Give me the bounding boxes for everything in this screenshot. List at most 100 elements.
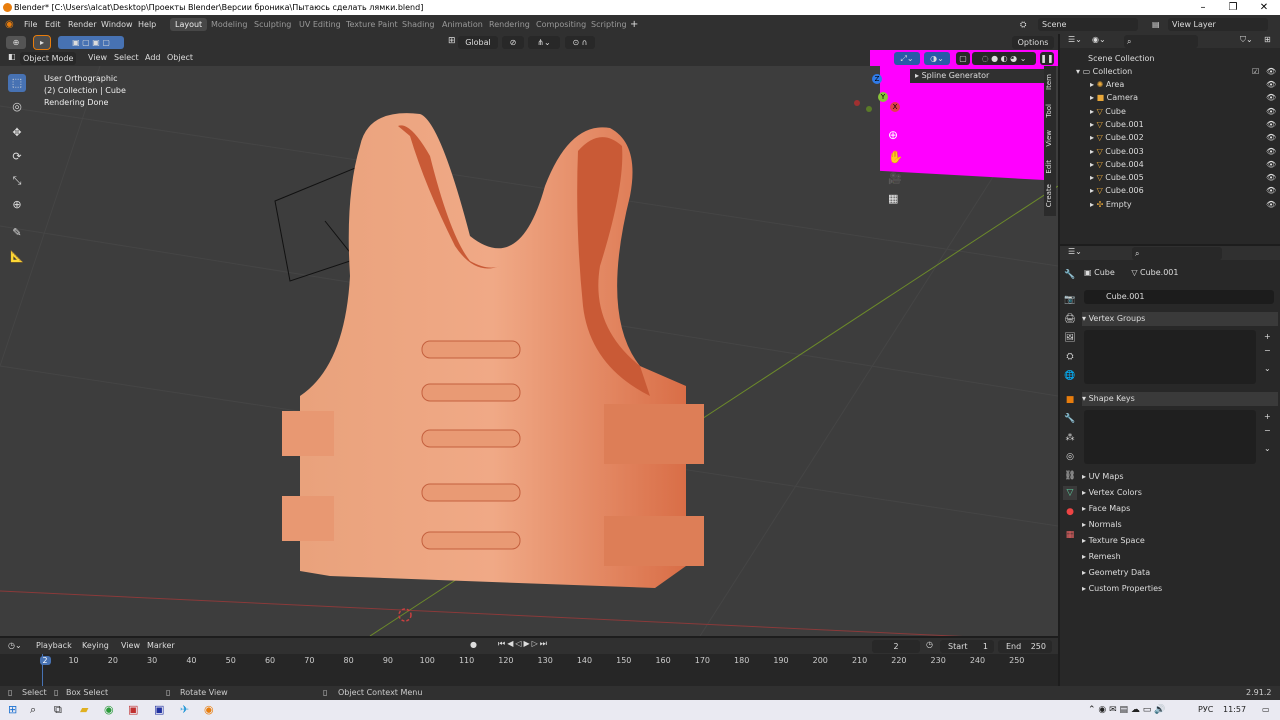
menu-add[interactable]: Add: [145, 53, 161, 62]
explorer-icon[interactable]: ▰: [80, 700, 88, 720]
add-vertex-group-button[interactable]: +: [1264, 332, 1271, 341]
axis-neg-y[interactable]: [866, 106, 872, 112]
section-uv-maps[interactable]: ▸ UV Maps: [1082, 470, 1278, 484]
options-dropdown[interactable]: Options: [1012, 36, 1054, 49]
outliner-row-empty[interactable]: ▸ ✣ Empty 👁: [1060, 198, 1280, 211]
gizmo-toggle-icon[interactable]: ⤢⌄: [894, 52, 920, 65]
view-layer-selector[interactable]: View Layer: [1168, 18, 1268, 31]
pan-hand-icon[interactable]: ✋: [888, 150, 903, 164]
visibility-icon[interactable]: 👁: [1266, 198, 1276, 211]
menu-window[interactable]: Window: [101, 15, 133, 34]
tab-rendering[interactable]: Rendering: [484, 18, 535, 31]
editor-type-icon[interactable]: ☰⌄: [1068, 247, 1082, 256]
tab-texture-paint[interactable]: Texture Paint: [341, 18, 403, 31]
scene-collection-row[interactable]: Scene Collection: [1060, 52, 1280, 65]
ortho-toggle-icon[interactable]: ▦: [888, 192, 898, 205]
restore-button[interactable]: ❐: [1219, 0, 1247, 15]
minimize-button[interactable]: –: [1189, 0, 1217, 15]
axis-x[interactable]: X: [890, 102, 900, 112]
tab-layout[interactable]: Layout: [170, 18, 208, 31]
menu-select[interactable]: Select: [114, 53, 139, 62]
add-workspace-button[interactable]: +: [630, 15, 638, 34]
visibility-icon[interactable]: 👁: [1266, 118, 1276, 131]
outliner-row-cube-006[interactable]: ▸ ▽ Cube.006 👁: [1060, 184, 1280, 197]
particles-tab-icon[interactable]: ⁂: [1063, 431, 1077, 445]
outliner-search-input[interactable]: ⌕: [1124, 35, 1198, 48]
editor-type-icon[interactable]: ☰⌄: [1068, 35, 1082, 44]
material-tab-icon[interactable]: ●: [1063, 505, 1077, 519]
outliner-row-cube-001[interactable]: ▸ ▽ Cube.001 👁: [1060, 118, 1280, 131]
tab-compositing[interactable]: Compositing: [531, 18, 591, 31]
search-icon[interactable]: ⌕: [30, 700, 36, 720]
shape-keys-header[interactable]: ▾ Shape Keys: [1082, 392, 1278, 406]
language-indicator[interactable]: РУС: [1198, 700, 1213, 720]
menu-file[interactable]: File: [24, 15, 37, 34]
visibility-icon[interactable]: 👁: [1266, 171, 1276, 184]
menu-timeline-view[interactable]: View: [121, 641, 140, 650]
scene-selector[interactable]: Scene: [1038, 18, 1138, 31]
tab-tool[interactable]: Tool: [1045, 104, 1053, 118]
notifications-icon[interactable]: ▭: [1262, 700, 1270, 720]
new-collection-icon[interactable]: ⊞: [1264, 35, 1271, 44]
checkbox-icon[interactable]: ☑: [1252, 65, 1259, 78]
visibility-icon[interactable]: 👁: [1266, 105, 1276, 118]
tray-icons[interactable]: ⌃ ◉ ✉ ▤ ☁ ▭ 🔊: [1088, 700, 1165, 720]
vertex-groups-list[interactable]: [1084, 330, 1256, 384]
visibility-icon[interactable]: 👁: [1266, 65, 1276, 78]
visibility-icon[interactable]: 👁: [1266, 145, 1276, 158]
office-icon[interactable]: ▣: [128, 700, 138, 720]
snap-icon[interactable]: ⋔⌄: [528, 36, 560, 49]
section-remesh[interactable]: ▸ Remesh: [1082, 550, 1278, 564]
menu-view[interactable]: View: [88, 53, 107, 62]
editor-type-icon[interactable]: ◷⌄: [8, 641, 22, 650]
visibility-icon[interactable]: 👁: [1266, 131, 1276, 144]
navigation-gizmo[interactable]: Z Y X: [852, 74, 902, 124]
vertex-groups-header[interactable]: ▾ Vertex Groups: [1082, 312, 1278, 326]
chrome-icon[interactable]: ◉: [104, 700, 114, 720]
end-frame-field[interactable]: End 250: [998, 640, 1052, 653]
outliner-row-cube[interactable]: ▸ ▽ Cube 👁: [1060, 105, 1280, 118]
section-custom-properties[interactable]: ▸ Custom Properties: [1082, 582, 1278, 596]
start-frame-field[interactable]: Start 1: [940, 640, 994, 653]
scale-tool-icon[interactable]: ⤡: [8, 172, 26, 190]
blender-menu-icon[interactable]: ◉: [5, 15, 14, 34]
output-tab-icon[interactable]: 🖨: [1063, 312, 1077, 326]
filter-icon[interactable]: ⛉⌄: [1240, 35, 1253, 45]
current-frame-field[interactable]: 2: [872, 640, 920, 653]
clock[interactable]: 11:57: [1223, 700, 1246, 720]
texture-tab-icon[interactable]: ▦: [1063, 528, 1077, 542]
shape-keys-list[interactable]: [1084, 410, 1256, 464]
move-tool-icon[interactable]: ✥: [8, 124, 26, 142]
section-texture-space[interactable]: ▸ Texture Space: [1082, 534, 1278, 548]
3d-viewport[interactable]: User Orthographic (2) Collection | Cube …: [0, 66, 1058, 636]
tab-modeling[interactable]: Modeling: [206, 18, 252, 31]
task-view-icon[interactable]: ⧉: [54, 700, 62, 720]
pause-render-icon[interactable]: ❚❚: [1040, 52, 1054, 65]
proportional-edit-icon[interactable]: ⊙ ∩: [565, 36, 595, 49]
visibility-icon[interactable]: 👁: [1266, 91, 1276, 104]
add-shape-key-button[interactable]: +: [1264, 412, 1271, 421]
tool-tab-icon[interactable]: 🔧: [1063, 268, 1077, 282]
menu-help[interactable]: Help: [138, 15, 156, 34]
playhead-line[interactable]: [42, 654, 43, 686]
playback-controls[interactable]: ⏮◀◁▶▷⏭: [498, 639, 549, 649]
physics-tab-icon[interactable]: ◎: [1063, 450, 1077, 464]
remove-shape-key-button[interactable]: −: [1264, 426, 1271, 435]
section-geometry-data[interactable]: ▸ Geometry Data: [1082, 566, 1278, 580]
constraints-tab-icon[interactable]: ⛓: [1063, 469, 1077, 483]
cursor-tool-icon[interactable]: ◎: [8, 98, 26, 116]
object-tab-icon[interactable]: ■: [1063, 393, 1077, 407]
rotate-tool-icon[interactable]: ⟳: [8, 148, 26, 166]
axis-z[interactable]: Z: [872, 74, 882, 84]
menu-marker[interactable]: Marker: [147, 641, 175, 650]
windows-start-icon[interactable]: ⊞: [8, 700, 17, 720]
world-tab-icon[interactable]: 🌐: [1063, 369, 1077, 383]
axis-y[interactable]: Y: [878, 92, 888, 102]
transform-tool-icon[interactable]: ⊕: [8, 196, 26, 214]
menu-render[interactable]: Render: [68, 15, 96, 34]
tab-create[interactable]: Create: [1045, 184, 1053, 207]
close-button[interactable]: ✕: [1250, 0, 1278, 15]
editor-type-icon[interactable]: ⊕: [6, 36, 26, 49]
select-box-icon[interactable]: ⬚: [8, 74, 26, 92]
telegram-icon[interactable]: ✈: [180, 700, 189, 720]
